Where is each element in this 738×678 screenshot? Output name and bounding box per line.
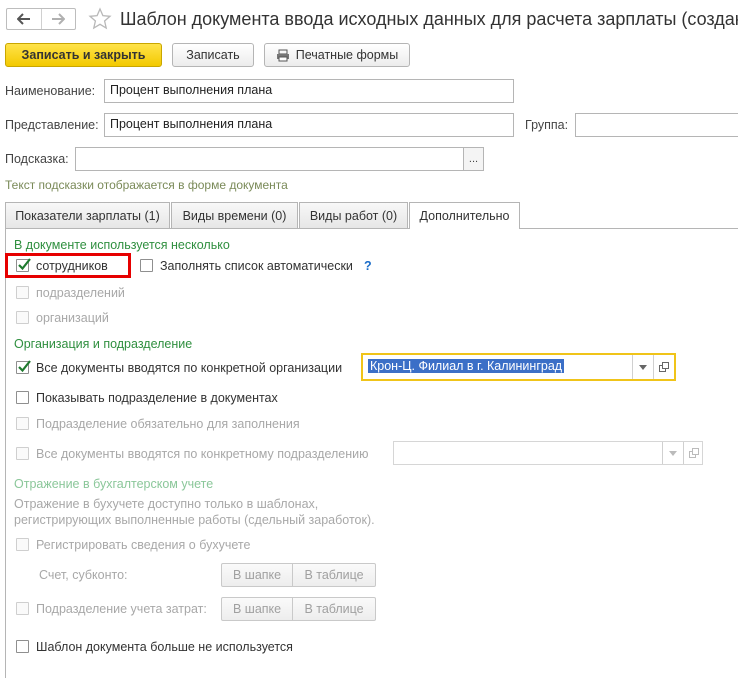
register-accounting-label: Регистрировать сведения о бухучете bbox=[36, 538, 251, 552]
hint-note: Текст подсказки отображается в форме док… bbox=[5, 178, 288, 192]
auto-fill-checkbox[interactable] bbox=[140, 259, 153, 272]
help-icon[interactable]: ? bbox=[364, 259, 372, 273]
cost-dept-in-header-button[interactable]: В шапке bbox=[222, 598, 292, 620]
tab-salary-indicators[interactable]: Показатели зарплаты (1) bbox=[5, 202, 170, 228]
group-input[interactable] bbox=[575, 113, 738, 137]
account-in-table-button[interactable]: В таблице bbox=[292, 564, 375, 586]
name-input[interactable]: Процент выполнения плана bbox=[104, 79, 514, 103]
group-org-title: Организация и подразделение bbox=[14, 337, 193, 351]
organization-select[interactable]: Крон-Ц. Филиал в г. Калининград bbox=[361, 353, 676, 381]
chevron-down-icon bbox=[638, 364, 647, 370]
by-dept-checkbox[interactable] bbox=[16, 447, 29, 460]
name-label: Наименование: bbox=[5, 84, 96, 98]
by-org-checkbox[interactable] bbox=[16, 360, 31, 374]
chevron-down-icon bbox=[668, 450, 677, 456]
account-placement-toggle[interactable]: В шапке В таблице bbox=[221, 563, 376, 587]
departments-checkbox[interactable] bbox=[16, 286, 29, 299]
register-accounting-checkbox[interactable] bbox=[16, 538, 29, 551]
star-icon bbox=[88, 7, 112, 30]
window-title: Шаблон документа ввода исходных данных д… bbox=[120, 9, 738, 29]
group-accounting-title: Отражение в бухгалтерском учете bbox=[14, 477, 214, 491]
open-window-icon bbox=[688, 448, 699, 458]
representation-label: Представление: bbox=[5, 118, 99, 132]
accounting-note-line1: Отражение в бухучете доступно только в ш… bbox=[14, 497, 319, 511]
organization-dropdown-button[interactable] bbox=[632, 355, 652, 379]
by-dept-label: Все документы вводятся по конкретному по… bbox=[36, 447, 369, 461]
forward-button[interactable] bbox=[40, 9, 76, 29]
highlight-frame bbox=[5, 253, 131, 278]
open-window-icon bbox=[658, 362, 669, 372]
nav-buttons bbox=[6, 8, 76, 30]
hint-input[interactable] bbox=[75, 147, 464, 171]
organization-open-button[interactable] bbox=[653, 355, 673, 379]
department-select[interactable] bbox=[393, 441, 703, 465]
departments-label: подразделений bbox=[36, 286, 125, 300]
organization-value: Крон-Ц. Филиал в г. Калининград bbox=[368, 359, 565, 373]
cost-dept-checkbox[interactable] bbox=[16, 602, 29, 615]
cost-dept-placement-toggle[interactable]: В шапке В таблице bbox=[221, 597, 376, 621]
auto-fill-label: Заполнять список автоматически bbox=[160, 259, 353, 273]
department-open-button[interactable] bbox=[683, 442, 703, 464]
by-org-label: Все документы вводятся по конкретной орг… bbox=[36, 361, 343, 375]
tab-work-types[interactable]: Виды работ (0) bbox=[299, 202, 408, 228]
hint-select-button[interactable]: ... bbox=[463, 147, 484, 171]
organizations-checkbox[interactable] bbox=[16, 311, 29, 324]
template-unused-checkbox[interactable] bbox=[16, 640, 29, 653]
print-forms-label: Печатные формы bbox=[295, 48, 399, 62]
cost-dept-in-table-button[interactable]: В таблице bbox=[292, 598, 375, 620]
template-unused-label: Шаблон документа больше не используется bbox=[36, 640, 293, 654]
representation-input[interactable]: Процент выполнения плана bbox=[104, 113, 514, 137]
dept-required-label: Подразделение обязательно для заполнения bbox=[36, 417, 300, 431]
printer-icon bbox=[276, 49, 289, 61]
department-dropdown-button[interactable] bbox=[662, 442, 682, 464]
check-icon bbox=[18, 360, 31, 373]
save-button[interactable]: Записать bbox=[172, 43, 254, 67]
arrow-right-icon bbox=[52, 13, 66, 25]
group-multi-title: В документе используется несколько bbox=[14, 238, 230, 252]
save-close-button[interactable]: Записать и закрыть bbox=[5, 43, 162, 67]
print-forms-button[interactable]: Печатные формы bbox=[264, 43, 410, 67]
account-in-header-button[interactable]: В шапке bbox=[222, 564, 292, 586]
tab-additional[interactable]: Дополнительно bbox=[409, 202, 520, 229]
back-button[interactable] bbox=[7, 9, 41, 29]
hint-label: Подсказка: bbox=[5, 152, 69, 166]
show-dept-checkbox[interactable] bbox=[16, 391, 29, 404]
organizations-label: организаций bbox=[36, 311, 109, 325]
dept-required-checkbox[interactable] bbox=[16, 417, 29, 430]
arrow-left-icon bbox=[16, 13, 30, 25]
account-label: Счет, субконто: bbox=[39, 568, 128, 582]
cost-dept-label: Подразделение учета затрат: bbox=[36, 602, 207, 616]
tab-time-types[interactable]: Виды времени (0) bbox=[171, 202, 298, 228]
accounting-note-line2: регистрирующих выполненные работы (сдель… bbox=[14, 513, 375, 527]
group-label: Группа: bbox=[525, 118, 569, 132]
show-dept-label: Показывать подразделение в документах bbox=[36, 391, 278, 405]
favorite-button[interactable] bbox=[88, 7, 112, 31]
